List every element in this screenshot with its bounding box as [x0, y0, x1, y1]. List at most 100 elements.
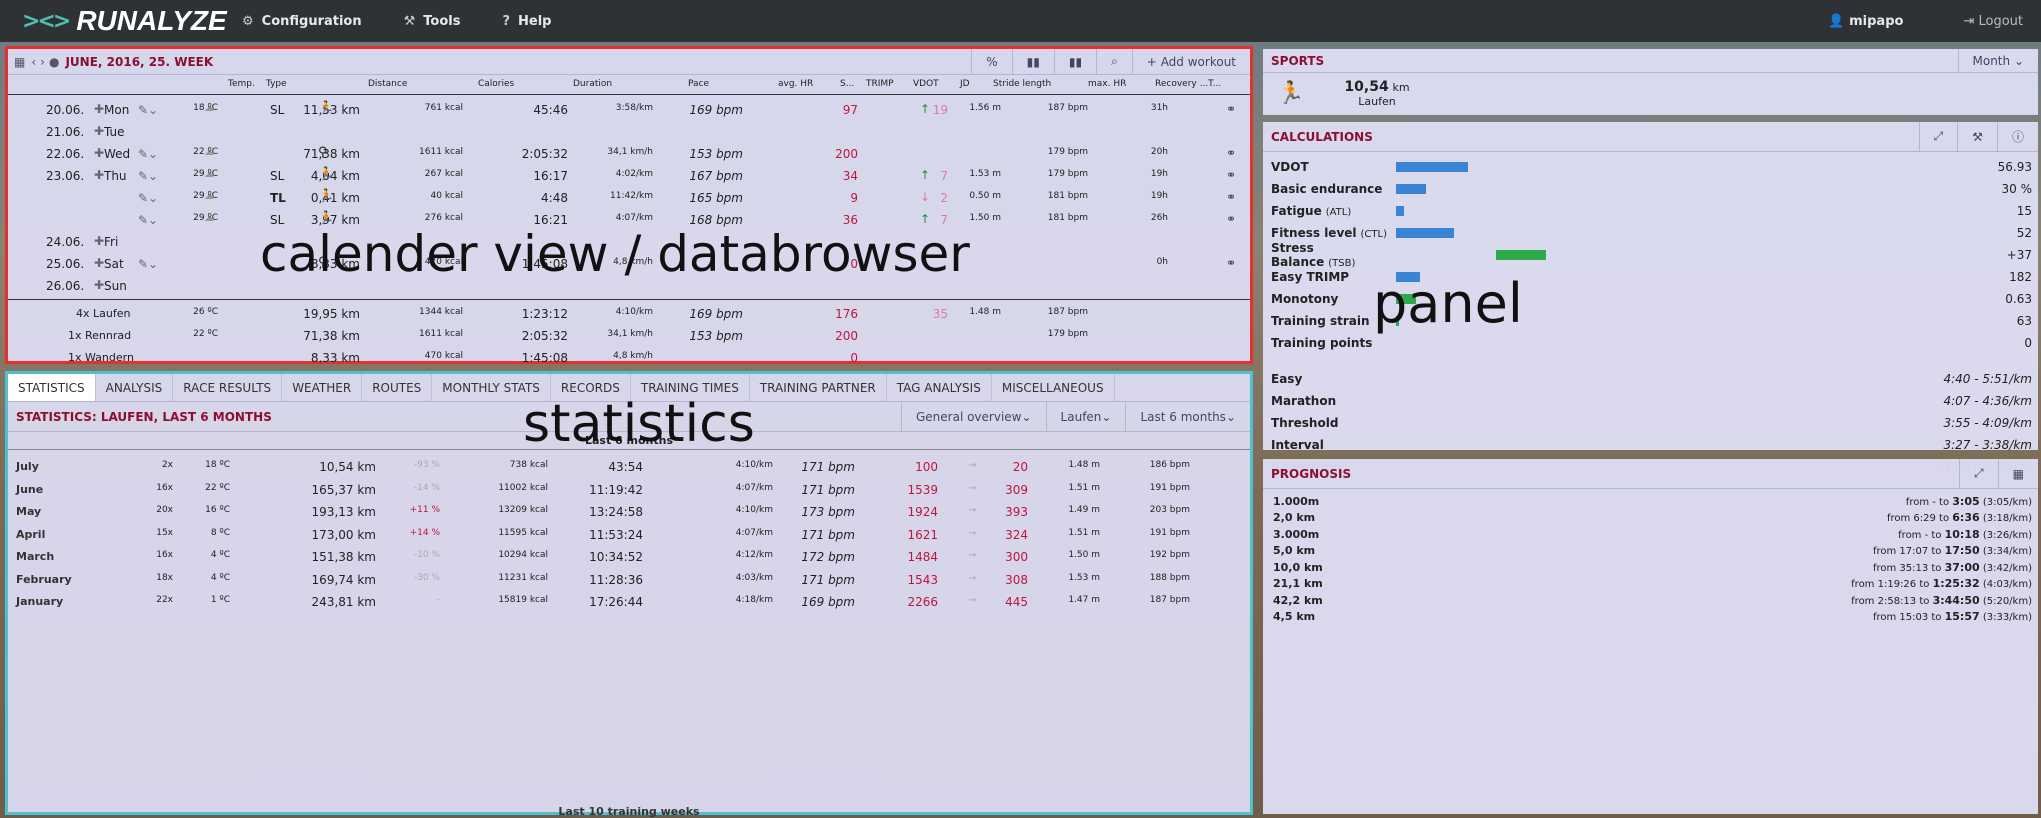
- cell-hr: 171 bpm: [801, 460, 855, 474]
- tab-tag-analysis[interactable]: TAG ANALYSIS: [887, 374, 992, 401]
- user-menu[interactable]: 👤 mipapo: [1828, 14, 1903, 29]
- info-icon[interactable]: ⓘ: [1996, 122, 2038, 151]
- column-header[interactable]: Temp.: [228, 79, 255, 89]
- cell-trimp: 34: [842, 169, 858, 183]
- period-label: Month: [1972, 53, 2011, 68]
- edit-icon[interactable]: ✎⌄: [138, 257, 158, 271]
- share-icon[interactable]: ⚭: [1226, 212, 1236, 226]
- cell-temp: 18 ºC: [193, 103, 218, 113]
- calculation-value: 63: [2016, 314, 2032, 328]
- cell-dur: 17:26:44: [589, 595, 643, 609]
- column-header[interactable]: Calories: [478, 79, 514, 89]
- dropdown-0[interactable]: General overview ⌄: [900, 402, 1046, 431]
- dropdown-2[interactable]: Last 6 months ⌄: [1125, 402, 1250, 431]
- share-icon[interactable]: ⚭: [1226, 102, 1236, 116]
- edit-icon[interactable]: ✎⌄: [138, 103, 158, 117]
- cell-mhr: 188 bpm: [1149, 572, 1190, 583]
- cell-hr: 153 bpm: [689, 329, 743, 343]
- share-icon[interactable]: ⚭: [1226, 190, 1236, 204]
- chart-icon[interactable]: ▮▮: [1011, 49, 1054, 74]
- logout-link[interactable]: ⇥ Logout: [1963, 14, 2023, 29]
- column-header[interactable]: avg. HR: [778, 79, 813, 89]
- prev-week-icon[interactable]: ‹: [31, 55, 36, 69]
- column-header[interactable]: Duration: [573, 79, 612, 89]
- statistics-row[interactable]: January 22x 1 ºC 243,81 km - 15819 kcal 17:26:…: [8, 591, 1250, 613]
- calendar-row[interactable]: 22.06. ✚ Wed ✎⌄ ☁ 22 ºC 71,38 km 1611 kcal 2:05:…: [8, 143, 1250, 165]
- add-icon[interactable]: ✚: [94, 234, 104, 248]
- add-icon[interactable]: ✚: [94, 256, 104, 270]
- statistics-row[interactable]: June 16x 22 ºC 165,37 km -14 % 11002 kcal 11:1…: [8, 479, 1250, 501]
- tab-statistics[interactable]: STATISTICS: [8, 374, 96, 401]
- calendar-row[interactable]: ✎⌄ ☁ 29 ºC TL 0,41 km 40 kcal 4:48 11:42/km 165 …: [8, 187, 1250, 209]
- wrench-icon[interactable]: ⚒: [1957, 122, 1997, 151]
- cell-p: 4:10/km: [735, 505, 773, 515]
- nav-label: Tools: [423, 13, 461, 29]
- column-header[interactable]: TRIMP: [866, 79, 894, 89]
- add-icon[interactable]: ✚: [94, 168, 104, 182]
- summary-row: 1x Wandern 8,33 km 470 kcal 1:45:08 4,8 km/h…: [8, 347, 1250, 369]
- share-icon[interactable]: ⚭: [1226, 168, 1236, 182]
- calendar-row[interactable]: 20.06. ✚ Mon ✎⌄ ☁ 18 ºC SL 11,53 km 761 kcal 45:4…: [8, 99, 1250, 121]
- statistics-row[interactable]: May 20x 16 ºC 193,13 km +11 % 13209 kcal 13:24…: [8, 501, 1250, 523]
- tab-routes[interactable]: ROUTES: [362, 374, 433, 401]
- add-icon[interactable]: ✚: [94, 146, 104, 160]
- calculation-value: 0.63: [2005, 292, 2032, 306]
- column-header[interactable]: VDOT: [913, 79, 939, 89]
- chart-icon[interactable]: ▮▮: [1053, 49, 1096, 74]
- next-week-icon[interactable]: ›: [40, 55, 45, 69]
- chart-icon[interactable]: ⤢: [1959, 459, 1998, 488]
- tab-miscellaneous[interactable]: MISCELLANEOUS: [992, 374, 1115, 401]
- pace-row-marathon: Marathon 4:07 - 4:36/km: [1263, 390, 2038, 412]
- cell-t: 22 ºC: [205, 482, 230, 493]
- cell-dur: 11:19:42: [589, 482, 643, 497]
- column-header[interactable]: Recovery ...T...: [1155, 79, 1221, 89]
- edit-icon[interactable]: ✎⌄: [138, 169, 158, 183]
- link-icon[interactable]: %: [971, 49, 1011, 74]
- add-icon[interactable]: ✚: [94, 124, 104, 138]
- prognosis-range: from 1:19:26 to: [1851, 579, 1930, 591]
- edit-icon[interactable]: ✎⌄: [138, 147, 158, 161]
- tab-weather[interactable]: WEATHER: [282, 374, 363, 401]
- prognosis-pace: (4:03/km): [1982, 579, 2032, 591]
- share-icon[interactable]: ⚭: [1226, 256, 1236, 270]
- column-header[interactable]: JD: [960, 79, 970, 89]
- dropdown-1[interactable]: Laufen ⌄: [1045, 402, 1126, 431]
- column-header[interactable]: Pace: [688, 79, 709, 89]
- cell-cal: 276 kcal: [424, 213, 463, 223]
- calendar-title: JUNE, 2016, 25. WEEK: [65, 54, 214, 69]
- statistics-row[interactable]: February 18x 4 ºC 169,74 km -30 % 11231 kcal 1…: [8, 569, 1250, 591]
- edit-icon[interactable]: ✎⌄: [138, 213, 158, 227]
- column-header[interactable]: Stride length: [993, 79, 1051, 89]
- tab-race-results[interactable]: RACE RESULTS: [173, 374, 283, 401]
- logo-icon: ><>: [22, 8, 71, 34]
- statistics-row[interactable]: March 16x 4 ºC 151,38 km -10 % 10294 kcal 10:3…: [8, 546, 1250, 568]
- share-icon[interactable]: ⚭: [1226, 146, 1236, 160]
- nav-tools[interactable]: ⚒ Tools: [404, 14, 461, 29]
- add-workout-button[interactable]: + Add workout: [1131, 49, 1250, 74]
- column-header[interactable]: max. HR: [1088, 79, 1126, 89]
- calculator-icon[interactable]: ▦: [1997, 459, 2038, 488]
- statistics-row[interactable]: July 2x 18 ºC 10,54 km -93 % 738 kcal 43:54 4:1…: [8, 456, 1250, 478]
- calendar-row[interactable]: 23.06. ✚ Thu ✎⌄ ☁ 29 ºC SL 4,04 km 267 kcal 16:17…: [8, 165, 1250, 187]
- pace-label: Interval: [1271, 438, 1324, 452]
- chart-icon[interactable]: ⤢: [1918, 122, 1958, 151]
- column-header[interactable]: S...: [840, 79, 854, 89]
- tab-analysis[interactable]: ANALYSIS: [96, 374, 174, 401]
- search-icon[interactable]: ⌕: [1096, 49, 1132, 74]
- calendar-row[interactable]: 21.06. ✚ Tue: [8, 121, 1250, 143]
- add-icon[interactable]: ✚: [94, 278, 104, 292]
- cell-dur: 2:05:32: [521, 147, 568, 161]
- logo[interactable]: ><> RUNALYZE: [22, 5, 242, 37]
- cell-dur: 10:34:52: [589, 550, 643, 564]
- tab-training-partner[interactable]: TRAINING PARTNER: [750, 374, 887, 401]
- statistics-row[interactable]: April 15x 8 ºC 173,00 km +14 % 11595 kcal 11:5…: [8, 524, 1250, 546]
- add-icon[interactable]: ✚: [94, 102, 104, 116]
- nav-configuration[interactable]: ⚙ Configuration: [242, 14, 362, 29]
- today-icon[interactable]: ●: [49, 55, 59, 69]
- period-dropdown[interactable]: Month ⌄: [1957, 49, 2039, 72]
- column-header[interactable]: Distance: [368, 79, 407, 89]
- edit-icon[interactable]: ✎⌄: [138, 191, 158, 205]
- nav-help[interactable]: ? Help: [502, 14, 551, 29]
- column-header[interactable]: Type: [266, 79, 287, 89]
- calendar-icon[interactable]: ▦: [14, 55, 25, 69]
